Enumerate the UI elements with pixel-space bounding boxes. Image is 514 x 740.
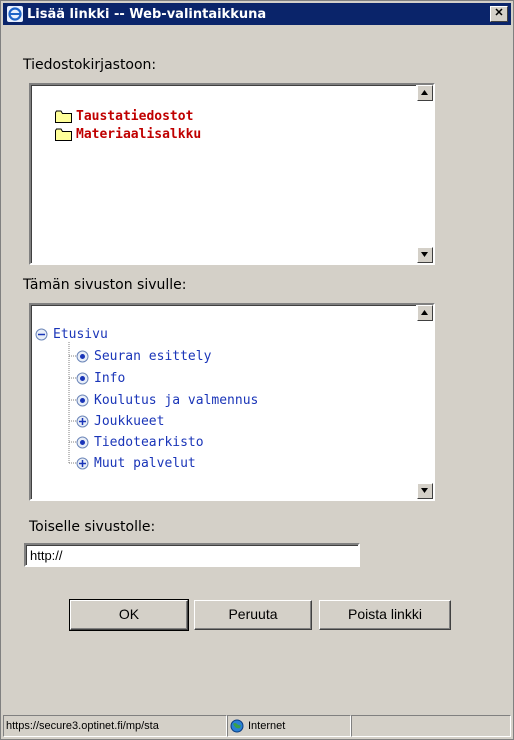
- page-node-icon: [76, 350, 89, 363]
- tree-item[interactable]: Koulutus ja valmennus: [76, 393, 258, 408]
- tree-label: Joukkueet: [94, 414, 165, 429]
- zone-label: Internet: [248, 720, 286, 732]
- folder-label: Taustatiedostot: [76, 109, 194, 124]
- scroll-down-button[interactable]: [417, 483, 433, 499]
- page-node-icon: [76, 394, 89, 407]
- collapse-icon[interactable]: [35, 328, 48, 341]
- tree-root-etusivu[interactable]: Etusivu: [35, 327, 108, 342]
- tree-item[interactable]: Tiedotearkisto: [76, 435, 204, 450]
- status-url: https://secure3.optinet.fi/mp/sta: [3, 715, 227, 737]
- remove-link-button[interactable]: Poista linkki: [319, 600, 451, 630]
- arrow-up-icon: [421, 90, 428, 95]
- file-library-label: Tiedostokirjastoon:: [23, 57, 157, 73]
- cancel-button[interactable]: Peruuta: [194, 600, 312, 630]
- ie-icon: [7, 6, 23, 22]
- status-bar: https://secure3.optinet.fi/mp/sta Intern…: [3, 715, 511, 737]
- globe-icon: [230, 719, 244, 733]
- tree-label: Seuran esittely: [94, 349, 212, 364]
- dialog-window: Lisää linkki -- Web-valintaikkuna ✕ Tied…: [0, 0, 514, 740]
- arrow-down-icon: [421, 488, 428, 493]
- external-url-label: Toiselle sivustolle:: [29, 519, 156, 535]
- ok-button[interactable]: OK: [69, 599, 189, 631]
- vertical-scrollbar[interactable]: [416, 85, 433, 263]
- tree-label: Tiedotearkisto: [94, 435, 204, 450]
- tree-label: Info: [94, 371, 126, 386]
- tree-label: Koulutus ja valmennus: [94, 393, 259, 408]
- folder-icon: [55, 110, 73, 123]
- file-library-list[interactable]: Taustatiedostot Materiaalisalkku: [29, 83, 435, 265]
- list-item-folder[interactable]: Materiaalisalkku: [55, 127, 201, 142]
- tree-label: Etusivu: [53, 327, 108, 342]
- url-input[interactable]: [24, 543, 360, 567]
- tree-label: Muut palvelut: [94, 456, 196, 471]
- scroll-up-button[interactable]: [417, 305, 433, 321]
- site-pages-tree[interactable]: Etusivu Seuran esittely Info Koulutus ja…: [29, 303, 435, 501]
- folder-label: Materiaalisalkku: [76, 127, 202, 142]
- arrow-down-icon: [421, 252, 428, 257]
- arrow-up-icon: [421, 310, 428, 315]
- tree-item[interactable]: Info: [76, 371, 125, 386]
- folder-icon: [55, 128, 73, 141]
- vertical-scrollbar[interactable]: [416, 305, 433, 499]
- page-node-icon: [76, 436, 89, 449]
- tree-item[interactable]: Muut palvelut: [76, 456, 196, 471]
- scroll-up-button[interactable]: [417, 85, 433, 101]
- status-empty-pane: [351, 715, 511, 737]
- title-bar[interactable]: Lisää linkki -- Web-valintaikkuna ✕: [3, 3, 511, 25]
- expand-icon[interactable]: [76, 457, 89, 470]
- page-node-icon: [76, 372, 89, 385]
- tree-item[interactable]: Joukkueet: [76, 414, 164, 429]
- window-title: Lisää linkki -- Web-valintaikkuna: [27, 6, 267, 22]
- site-pages-label: Tämän sivuston sivulle:: [23, 277, 187, 293]
- close-button[interactable]: ✕: [490, 6, 508, 22]
- status-zone: Internet: [227, 715, 351, 737]
- expand-icon[interactable]: [76, 415, 89, 428]
- tree-item[interactable]: Seuran esittely: [76, 349, 211, 364]
- scroll-down-button[interactable]: [417, 247, 433, 263]
- list-item-folder[interactable]: Taustatiedostot: [55, 109, 193, 124]
